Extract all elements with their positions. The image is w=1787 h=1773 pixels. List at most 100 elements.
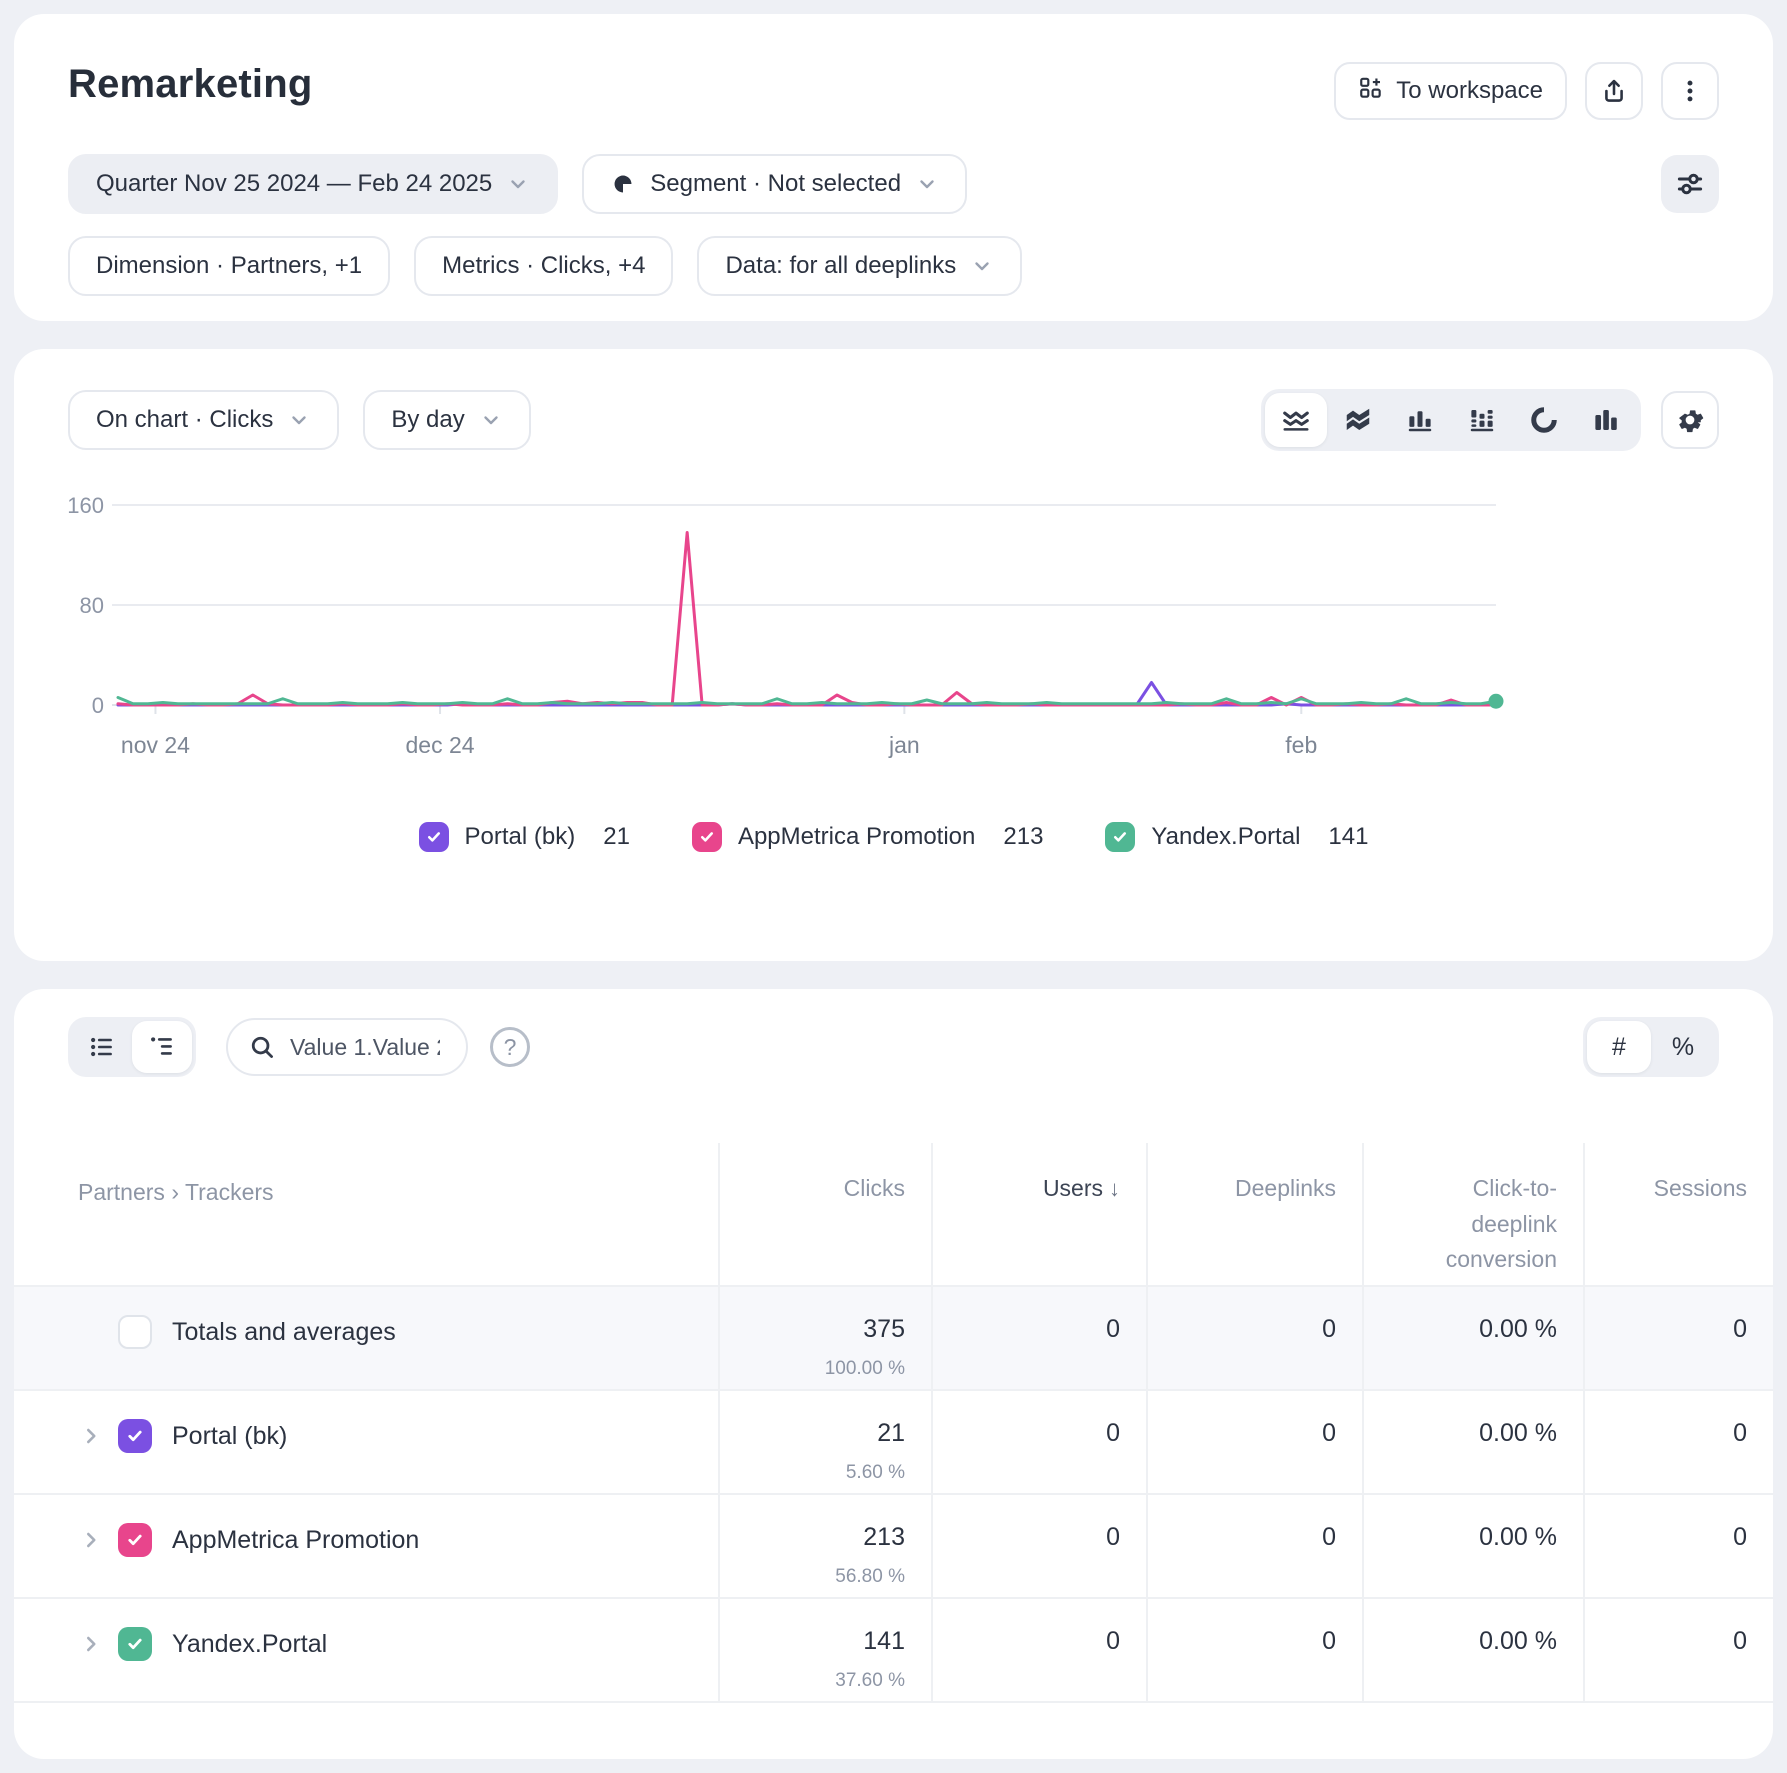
sessions-value: 0 — [1585, 1523, 1747, 1552]
table-view-switcher — [68, 1017, 196, 1077]
legend-item-portal-bk[interactable]: Portal (bk) 21 — [419, 822, 630, 852]
legend-item-appmetrica-promotion[interactable]: AppMetrica Promotion 213 — [692, 822, 1043, 852]
workspace-grid-plus-icon — [1358, 75, 1384, 108]
dimension-chip[interactable]: Dimension · Partners, +1 — [68, 236, 390, 296]
bar-chart-type-button[interactable] — [1389, 393, 1451, 447]
flat-list-view-button[interactable] — [72, 1021, 132, 1073]
tree-list-icon — [148, 1033, 176, 1061]
column-header-users[interactable]: Users — [1043, 1175, 1103, 1201]
svg-text:jan: jan — [888, 732, 920, 758]
expand-chevron-icon[interactable] — [78, 1627, 118, 1657]
to-workspace-label: To workspace — [1396, 77, 1543, 105]
check-icon — [423, 826, 445, 848]
data-scope-chip[interactable]: Data: for all deeplinks — [697, 236, 1022, 296]
column-header-partners-trackers[interactable]: Partners › Trackers — [78, 1175, 274, 1211]
number-format-switcher: # % — [1583, 1017, 1719, 1077]
tree-list-view-button[interactable] — [132, 1021, 192, 1073]
clicks-value: 21 — [720, 1419, 905, 1448]
table-row-appmetrica-promotion[interactable]: AppMetrica Promotion 213 56.80 % 0 0 0.0… — [14, 1493, 1773, 1597]
legend-checkbox[interactable] — [419, 822, 449, 852]
check-icon — [1109, 826, 1131, 848]
column-header-sessions[interactable]: Sessions — [1654, 1175, 1747, 1201]
sessions-value: 0 — [1585, 1627, 1747, 1656]
svg-text:nov 24: nov 24 — [121, 732, 190, 758]
series-checkbox[interactable] — [118, 1627, 152, 1661]
segment-chip[interactable]: Segment · Not selected — [582, 154, 967, 214]
chart-legend: Portal (bk) 21 AppMetrica Promotion 213 … — [68, 822, 1719, 852]
table-row-totals: Totals and averages 375 100.00 % 0 0 0.0… — [14, 1285, 1773, 1389]
users-value: 0 — [933, 1627, 1120, 1656]
conversion-value: 0.00 % — [1364, 1523, 1557, 1552]
row-label: AppMetrica Promotion — [172, 1523, 419, 1555]
legend-item-yandex-portal[interactable]: Yandex.Portal 141 — [1105, 822, 1368, 852]
svg-text:160: 160 — [68, 493, 104, 518]
column-header-conversion[interactable]: Click-to-deeplink conversion — [1397, 1171, 1557, 1278]
table-row-portal-bk[interactable]: Portal (bk) 21 5.60 % 0 0 0.00 % 0 — [14, 1389, 1773, 1493]
column-chart-type-button[interactable] — [1575, 393, 1637, 447]
column-header-deeplinks[interactable]: Deeplinks — [1235, 1175, 1336, 1201]
stacked-bar-chart-type-button[interactable] — [1451, 393, 1513, 447]
kebab-menu-icon — [1676, 77, 1704, 105]
line-chart-svg[interactable]: 080160nov 24dec 24janfeb — [68, 467, 1508, 767]
sort-desc-arrow-icon: ↓ — [1109, 1176, 1120, 1201]
users-value: 0 — [933, 1419, 1120, 1448]
series-checkbox[interactable] — [118, 1523, 152, 1557]
column-header-clicks[interactable]: Clicks — [844, 1175, 905, 1201]
on-chart-metric-dropdown[interactable]: On chart · Clicks — [68, 390, 339, 450]
to-workspace-button[interactable]: To workspace — [1334, 62, 1567, 120]
clicks-percent: 100.00 % — [720, 1358, 905, 1380]
donut-chart-icon — [1529, 405, 1559, 435]
deeplinks-value: 0 — [1148, 1315, 1336, 1344]
flat-list-icon — [88, 1033, 116, 1061]
segment-label: Segment · Not selected — [650, 170, 901, 198]
legend-series-name: Yandex.Portal — [1151, 823, 1300, 851]
sessions-value: 0 — [1585, 1315, 1747, 1344]
clicks-percent: 5.60 % — [720, 1462, 905, 1484]
share-button[interactable] — [1585, 62, 1643, 120]
chevron-down-icon — [479, 408, 503, 432]
data-scope-label: Data: for all deeplinks — [725, 252, 956, 280]
column-chart-icon — [1591, 405, 1621, 435]
chart-type-switcher — [1261, 389, 1641, 451]
legend-checkbox[interactable] — [1105, 822, 1135, 852]
users-value: 0 — [933, 1523, 1120, 1552]
legend-checkbox[interactable] — [692, 822, 722, 852]
date-range-chip[interactable]: Quarter Nov 25 2024 — Feb 24 2025 — [68, 154, 558, 214]
chevron-down-icon — [287, 408, 311, 432]
metrics-label: Metrics · Clicks, +4 — [442, 252, 645, 280]
more-options-button[interactable] — [1661, 62, 1719, 120]
check-icon — [123, 1528, 147, 1552]
chevron-down-icon — [970, 254, 994, 278]
deeplinks-value: 0 — [1148, 1627, 1336, 1656]
legend-series-name: AppMetrica Promotion — [738, 823, 975, 851]
table-row-yandex-portal[interactable]: Yandex.Portal 141 37.60 % 0 0 0.00 % 0 — [14, 1597, 1773, 1703]
gear-icon — [1675, 405, 1705, 435]
granularity-dropdown[interactable]: By day — [363, 390, 530, 450]
metrics-chip[interactable]: Metrics · Clicks, +4 — [414, 236, 673, 296]
deeplinks-value: 0 — [1148, 1523, 1336, 1552]
stacked-area-chart-type-button[interactable] — [1327, 393, 1389, 447]
percent-values-button[interactable]: % — [1651, 1021, 1715, 1073]
conversion-value: 0.00 % — [1364, 1419, 1557, 1448]
table-search[interactable] — [226, 1018, 468, 1076]
line-chart-icon — [1281, 405, 1311, 435]
totals-checkbox[interactable] — [118, 1315, 152, 1349]
page-title: Remarketing — [68, 62, 313, 107]
search-input[interactable] — [290, 1034, 440, 1061]
svg-text:0: 0 — [92, 693, 104, 718]
bar-chart-icon — [1405, 405, 1435, 435]
expand-chevron-icon[interactable] — [78, 1523, 118, 1553]
absolute-values-button[interactable]: # — [1587, 1021, 1651, 1073]
series-checkbox[interactable] — [118, 1419, 152, 1453]
report-settings-button[interactable] — [1661, 155, 1719, 213]
chart-settings-button[interactable] — [1661, 391, 1719, 449]
chevron-down-icon — [506, 172, 530, 196]
legend-series-name: Portal (bk) — [465, 823, 576, 851]
conversion-value: 0.00 % — [1364, 1627, 1557, 1656]
line-chart-type-button[interactable] — [1265, 393, 1327, 447]
legend-series-value: 141 — [1328, 823, 1368, 851]
row-label: Portal (bk) — [172, 1419, 287, 1451]
expand-chevron-icon[interactable] — [78, 1419, 118, 1449]
donut-chart-type-button[interactable] — [1513, 393, 1575, 447]
help-icon[interactable]: ? — [490, 1027, 530, 1067]
